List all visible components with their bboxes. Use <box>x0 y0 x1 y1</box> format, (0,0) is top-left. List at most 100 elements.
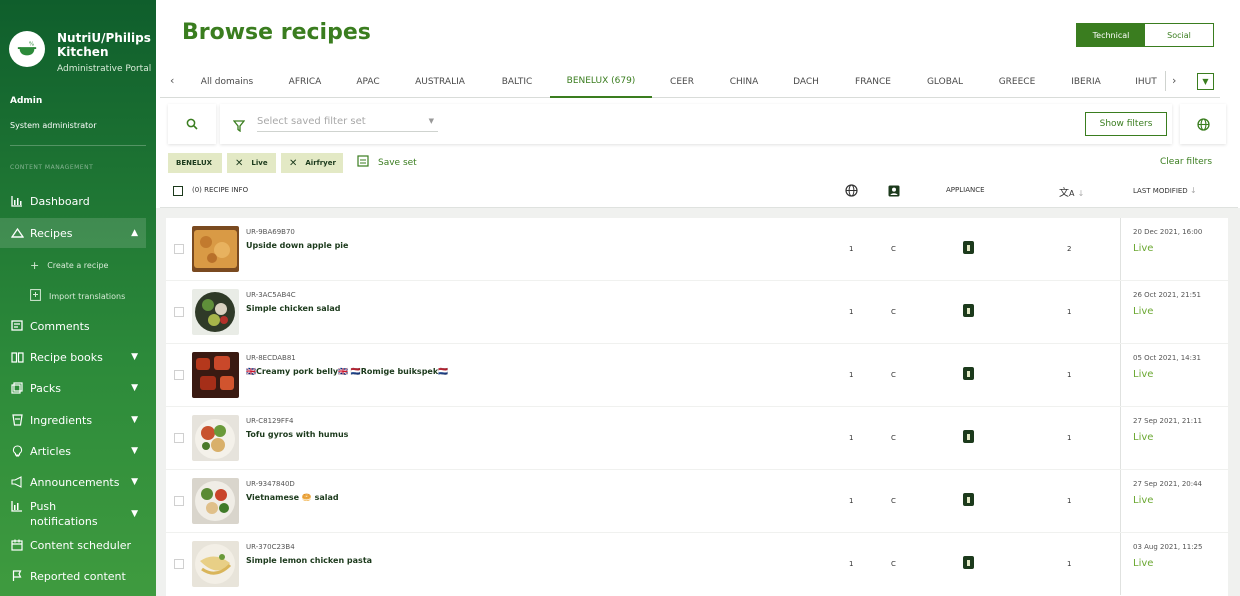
row-checkbox[interactable] <box>174 433 184 443</box>
toggle-technical[interactable]: Technical <box>1077 24 1145 46</box>
comments-icon <box>10 319 24 333</box>
sidebar-item-dashboard[interactable]: Dashboard <box>0 191 146 211</box>
recipe-type: C <box>891 308 896 316</box>
table-row[interactable]: UR-9BA69B70 Upside down apple pie 1 C 2 … <box>166 218 1228 280</box>
sidebar: % NutriU/Philips Kitchen Administrative … <box>0 0 156 596</box>
tab-greece[interactable]: GREECE <box>992 66 1042 97</box>
recipe-id: UR-C8129FF4 <box>246 417 294 425</box>
tab-iberia[interactable]: IBERIA <box>1063 66 1109 97</box>
sidebar-item-label: Content scheduler <box>30 538 132 552</box>
saved-filter-placeholder: Select saved filter set <box>257 116 366 127</box>
filter-chip-airfryer[interactable]: ✕ Airfryer <box>281 153 343 173</box>
airfryer-icon <box>963 493 974 506</box>
sidebar-item-import-translations[interactable]: Import translations <box>30 289 125 304</box>
last-modified: 27 Sep 2021, 21:11 <box>1133 417 1202 425</box>
tab-france[interactable]: FRANCE <box>848 66 898 97</box>
recipe-name[interactable]: Simple lemon chicken pasta <box>246 556 372 565</box>
push-icon <box>10 499 24 513</box>
row-checkbox[interactable] <box>174 496 184 506</box>
sidebar-item-push-notifications[interactable]: Push notifications ▼ <box>0 498 146 530</box>
recipe-info-header: (0) RECIPE INFO <box>192 186 249 194</box>
sidebar-item-label: Dashboard <box>30 194 90 208</box>
language-count: 1 <box>849 497 854 505</box>
clear-filters-link[interactable]: Clear filters <box>1160 157 1212 167</box>
tab-africa[interactable]: AFRICA <box>278 66 332 97</box>
chevron-down-icon: ▼ <box>131 383 138 393</box>
status-label: Live <box>1133 243 1154 254</box>
row-checkbox[interactable] <box>174 559 184 569</box>
recipe-thumbnail <box>192 289 239 335</box>
saved-filter-select[interactable]: Select saved filter set ▼ <box>257 116 438 132</box>
table-row[interactable]: UR-8ECDAB81 🇬🇧Creamy pork belly🇬🇧 🇳🇱Romi… <box>166 344 1228 406</box>
show-filters-button[interactable]: Show filters <box>1085 112 1167 136</box>
close-icon[interactable]: ✕ <box>289 158 297 169</box>
sidebar-item-label: Create a recipe <box>47 261 109 270</box>
tab-dach[interactable]: DACH <box>787 66 825 97</box>
tab-baltic[interactable]: BALTIC <box>494 66 540 97</box>
table-row[interactable]: UR-370C23B4 Simple lemon chicken pasta 1… <box>166 533 1228 596</box>
tab-ceer[interactable]: CEER <box>662 66 702 97</box>
sidebar-item-recipes[interactable]: Recipes ▲ <box>0 218 146 248</box>
translation-count: 2 <box>1067 245 1072 253</box>
sidebar-item-articles[interactable]: Articles ▼ <box>0 441 146 461</box>
sidebar-item-ingredients[interactable]: Ingredients ▼ <box>0 410 146 430</box>
recipe-name[interactable]: Tofu gyros with humus <box>246 430 348 439</box>
tab-apac[interactable]: APAC <box>347 66 389 97</box>
tab-benelux[interactable]: BENELUX (679) <box>550 66 652 98</box>
sidebar-item-label: Recipes <box>30 226 73 240</box>
sidebar-item-content-scheduler[interactable]: Content scheduler <box>0 535 146 555</box>
close-icon[interactable]: ✕ <box>235 158 243 169</box>
user-name: Admin <box>10 96 43 106</box>
airfryer-icon <box>963 304 974 317</box>
tab-china[interactable]: CHINA <box>722 66 766 97</box>
recipe-name[interactable]: Upside down apple pie <box>246 241 348 250</box>
recipe-thumbnail <box>192 352 239 398</box>
app-logo: % <box>9 31 45 67</box>
recipe-id: UR-9BA69B70 <box>246 228 295 236</box>
recipe-id: UR-370C23B4 <box>246 543 295 551</box>
domain-tabs: ‹ All domains AFRICA APAC AUSTRALIA BALT… <box>160 66 1220 98</box>
tab-global[interactable]: GLOBAL <box>921 66 969 97</box>
tab-ihut[interactable]: IHUT <box>1130 66 1162 97</box>
section-label: CONTENT MANAGEMENT <box>10 164 94 171</box>
row-checkbox[interactable] <box>174 307 184 317</box>
view-toggle[interactable]: Technical Social <box>1076 23 1214 47</box>
sidebar-item-create-recipe[interactable]: + Create a recipe <box>30 259 108 272</box>
sidebar-item-recipe-books[interactable]: Recipe books ▼ <box>0 347 146 367</box>
table-row[interactable]: UR-9347840D Vietnamese 🥯 salad 1 C 1 27 … <box>166 470 1228 532</box>
filter-chip-live[interactable]: ✕ Live <box>227 153 276 173</box>
chevron-left-icon[interactable]: ‹ <box>170 74 174 87</box>
globe-icon[interactable] <box>845 184 858 199</box>
sidebar-item-reported-content[interactable]: Reported content <box>0 566 146 586</box>
toggle-social[interactable]: Social <box>1145 24 1213 46</box>
sidebar-item-packs[interactable]: Packs ▼ <box>0 378 146 398</box>
tabs-dropdown-button[interactable]: ▼ <box>1197 73 1214 90</box>
recipe-name[interactable]: Vietnamese 🥯 salad <box>246 493 339 502</box>
save-set-button[interactable]: Save set <box>357 155 417 170</box>
table-row[interactable]: UR-3AC5AB4C Simple chicken salad 1 C 1 2… <box>166 281 1228 343</box>
table-row[interactable]: UR-C8129FF4 Tofu gyros with humus 1 C 1 … <box>166 407 1228 469</box>
last-modified-header[interactable]: LAST MODIFIED ↓ <box>1133 186 1197 195</box>
language-count: 1 <box>849 434 854 442</box>
row-checkbox[interactable] <box>174 244 184 254</box>
tab-all-domains[interactable]: All domains <box>194 66 260 97</box>
search-button[interactable] <box>168 104 216 144</box>
sidebar-item-announcements[interactable]: Announcements ▼ <box>0 472 146 492</box>
status-label: Live <box>1133 369 1154 380</box>
chevron-right-icon[interactable]: › <box>1172 74 1176 87</box>
recipe-name[interactable]: 🇬🇧Creamy pork belly🇬🇧 🇳🇱Romige buikspek🇳… <box>246 367 448 376</box>
language-button[interactable] <box>1180 104 1226 144</box>
recipe-thumbnail <box>192 541 239 587</box>
divider <box>1120 470 1121 532</box>
chart-icon <box>10 194 24 208</box>
row-checkbox[interactable] <box>174 370 184 380</box>
profile-icon[interactable] <box>888 185 900 199</box>
appliance-header: APPLIANCE <box>946 186 985 194</box>
divider <box>1120 407 1121 469</box>
status-label: Live <box>1133 306 1154 317</box>
select-all-checkbox[interactable] <box>173 186 183 196</box>
recipe-name[interactable]: Simple chicken salad <box>246 304 340 313</box>
sidebar-item-comments[interactable]: Comments <box>0 316 146 336</box>
tab-australia[interactable]: AUSTRALIA <box>408 66 472 97</box>
translate-icon[interactable]: 文A ↓ <box>1059 184 1084 199</box>
